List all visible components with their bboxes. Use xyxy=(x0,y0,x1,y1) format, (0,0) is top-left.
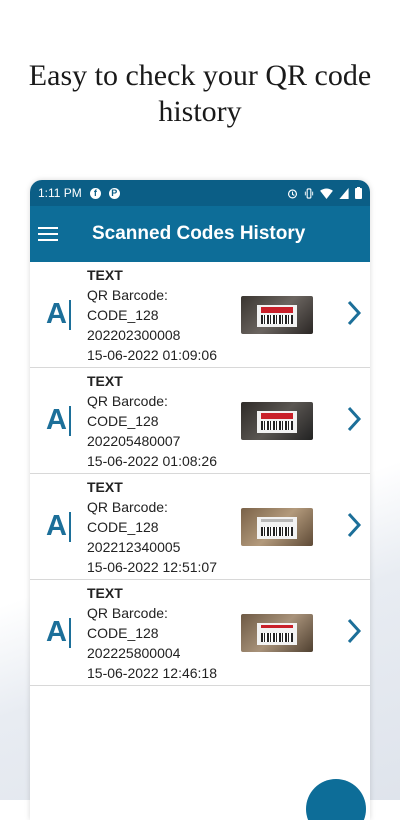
promo-headline: Easy to check your QR code history xyxy=(28,59,372,128)
alarm-icon xyxy=(287,188,298,198)
status-time: 1:11 PM xyxy=(38,186,82,200)
history-row[interactable]: A TEXT QR Barcode: CODE_128 202205480007… xyxy=(30,368,370,474)
app-bar: Scanned Codes History xyxy=(30,206,370,262)
record-kind: TEXT xyxy=(87,266,123,283)
record-datetime: 15-06-2022 01:08:26 xyxy=(87,452,217,469)
record-datetime: 15-06-2022 12:51:07 xyxy=(87,558,217,575)
scan-thumbnail xyxy=(241,613,313,652)
vibrate-icon xyxy=(304,187,314,199)
hamburger-menu-icon[interactable] xyxy=(38,223,58,245)
record-kind: TEXT xyxy=(87,372,123,389)
record-value: 202202300008 xyxy=(87,326,181,343)
record-format: CODE_128 xyxy=(87,412,159,429)
record-format-label: QR Barcode: xyxy=(87,604,168,621)
p-notification-icon: P xyxy=(108,187,120,199)
record-kind: TEXT xyxy=(87,584,123,601)
text-type-icon: A xyxy=(30,298,87,331)
scan-thumbnail xyxy=(241,507,313,546)
history-row[interactable]: A TEXT QR Barcode: CODE_128 202202300008… xyxy=(30,262,370,368)
record-info: TEXT QR Barcode: CODE_128 202202300008 1… xyxy=(87,265,239,365)
record-format-label: QR Barcode: xyxy=(87,392,168,409)
text-type-icon: A xyxy=(30,510,87,543)
wifi-icon xyxy=(320,187,333,199)
record-kind: TEXT xyxy=(87,478,123,495)
phone-screen: 1:11 PM f P Scanned Codes History A TEXT… xyxy=(30,180,370,820)
signal-icon xyxy=(339,187,349,199)
scan-thumbnail xyxy=(241,401,313,440)
record-value: 202205480007 xyxy=(87,432,181,449)
battery-icon xyxy=(355,187,362,199)
record-format-label: QR Barcode: xyxy=(87,498,168,515)
record-value: 202212340005 xyxy=(87,538,181,555)
record-datetime: 15-06-2022 12:46:18 xyxy=(87,664,217,681)
record-info: TEXT QR Barcode: CODE_128 202225800004 1… xyxy=(87,583,239,683)
record-format: CODE_128 xyxy=(87,306,159,323)
record-format-label: QR Barcode: xyxy=(87,286,168,303)
chevron-right-icon[interactable] xyxy=(344,298,364,328)
app-title: Scanned Codes History xyxy=(92,223,306,244)
text-type-icon: A xyxy=(30,404,87,437)
chevron-right-icon[interactable] xyxy=(344,616,364,646)
chevron-right-icon[interactable] xyxy=(344,404,364,434)
history-row[interactable]: A TEXT QR Barcode: CODE_128 202225800004… xyxy=(30,580,370,686)
history-row[interactable]: A TEXT QR Barcode: CODE_128 202212340005… xyxy=(30,474,370,580)
record-datetime: 15-06-2022 01:09:06 xyxy=(87,346,217,363)
record-format: CODE_128 xyxy=(87,518,159,535)
record-info: TEXT QR Barcode: CODE_128 202212340005 1… xyxy=(87,477,239,577)
scan-thumbnail xyxy=(241,295,313,334)
history-list: A TEXT QR Barcode: CODE_128 202202300008… xyxy=(30,262,370,686)
status-bar: 1:11 PM f P xyxy=(30,180,370,206)
chevron-right-icon[interactable] xyxy=(344,510,364,540)
record-info: TEXT QR Barcode: CODE_128 202205480007 1… xyxy=(87,371,239,471)
facebook-notification-icon: f xyxy=(89,187,101,199)
text-type-icon: A xyxy=(30,616,87,649)
record-format: CODE_128 xyxy=(87,624,159,641)
record-value: 202225800004 xyxy=(87,644,181,661)
